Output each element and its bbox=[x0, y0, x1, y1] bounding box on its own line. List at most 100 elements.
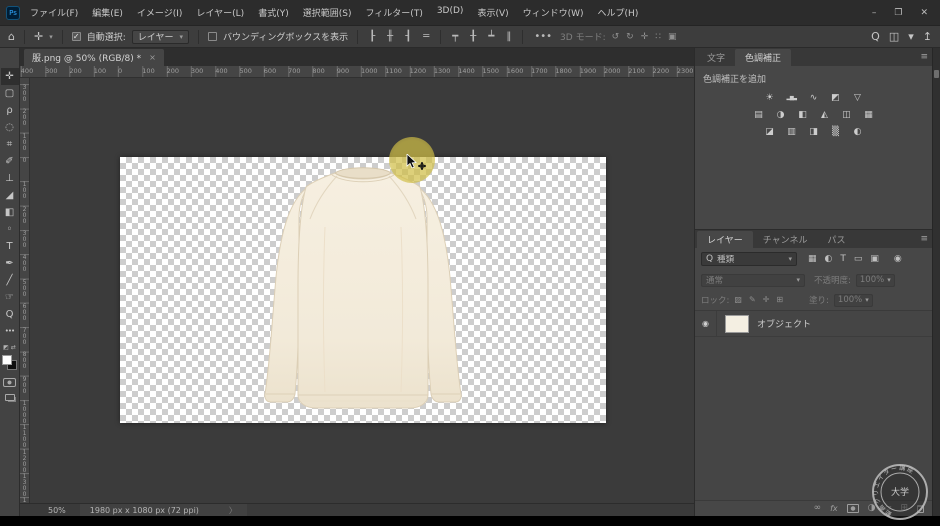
quick-mask-button[interactable] bbox=[3, 378, 16, 387]
search-icon[interactable]: Q bbox=[871, 31, 880, 42]
filter-smart-object-icon[interactable]: ▣ bbox=[870, 254, 879, 264]
invert-icon[interactable]: ◪ bbox=[761, 125, 778, 139]
menu-help[interactable]: ヘルプ(H) bbox=[598, 6, 639, 19]
selective-color-icon[interactable]: ◐ bbox=[849, 125, 866, 139]
channel-mixer-icon[interactable]: ◫ bbox=[838, 108, 855, 122]
gradient-tool[interactable]: ◧ bbox=[1, 204, 19, 221]
align-center-h-icon[interactable]: ╫ bbox=[385, 31, 395, 42]
foreground-color-swatch[interactable] bbox=[1, 355, 12, 365]
filter-adjustment-icon[interactable]: ◐ bbox=[825, 254, 833, 264]
share-icon[interactable]: ↥ bbox=[923, 31, 932, 42]
add-mask-icon[interactable] bbox=[846, 504, 859, 513]
camera-3d-icon[interactable]: ▣ bbox=[668, 32, 677, 42]
tab-character[interactable]: 文字 bbox=[697, 49, 735, 66]
filter-pixel-icon[interactable]: ▦ bbox=[808, 254, 817, 264]
exposure-icon[interactable]: ◩ bbox=[827, 91, 844, 105]
more-options-button[interactable]: ••• bbox=[532, 31, 554, 42]
move-tool[interactable]: ✛ bbox=[0, 68, 19, 85]
screen-mode-button[interactable] bbox=[4, 394, 15, 401]
zoom-tool[interactable]: Q bbox=[1, 306, 19, 323]
blend-mode-dropdown[interactable]: 通常 ▾ bbox=[701, 273, 805, 287]
align-bottom-icon[interactable]: ┷ bbox=[486, 31, 496, 42]
menu-window[interactable]: ウィンドウ(W) bbox=[523, 6, 584, 19]
align-center-v-icon[interactable]: ╂ bbox=[468, 31, 478, 42]
crop-tool[interactable]: ⌗ bbox=[1, 136, 19, 153]
distribute-icon[interactable]: ‖ bbox=[504, 31, 513, 42]
marquee-tool[interactable]: ▢ bbox=[1, 85, 19, 102]
gradient-map-icon[interactable]: ▒ bbox=[827, 125, 844, 139]
menu-file[interactable]: ファイル(F) bbox=[30, 6, 78, 19]
bounding-box-checkbox[interactable] bbox=[208, 32, 218, 41]
home-icon[interactable]: ⌂ bbox=[8, 31, 15, 42]
more-tools[interactable]: ••• bbox=[1, 323, 19, 340]
tool-preset-caret-icon[interactable]: ▾ bbox=[49, 33, 53, 41]
filter-pin-icon[interactable]: ◉ bbox=[894, 254, 902, 264]
link-layers-icon[interactable]: ∞ bbox=[814, 504, 822, 513]
workspace-caret-icon[interactable]: ▾ bbox=[908, 31, 914, 42]
color-swatches[interactable] bbox=[1, 355, 18, 372]
color-balance-icon[interactable]: ◑ bbox=[772, 108, 789, 122]
line-tool[interactable]: ╱ bbox=[1, 272, 19, 289]
tab-close-icon[interactable]: × bbox=[149, 53, 156, 62]
color-lookup-icon[interactable]: ▦ bbox=[860, 108, 877, 122]
posterize-icon[interactable]: ▥ bbox=[783, 125, 800, 139]
layer-thumbnail[interactable] bbox=[725, 314, 749, 333]
menu-3d[interactable]: 3D(D) bbox=[437, 6, 464, 19]
default-colors-icon[interactable]: ◩ bbox=[3, 344, 9, 351]
tab-channels[interactable]: チャンネル bbox=[753, 231, 818, 248]
document-tab[interactable]: 服.png @ 50% (RGB/8) * × bbox=[24, 49, 164, 66]
menu-select[interactable]: 選択範囲(S) bbox=[303, 6, 352, 19]
close-button[interactable]: ✕ bbox=[920, 8, 928, 18]
black-white-icon[interactable]: ◧ bbox=[794, 108, 811, 122]
hand-tool[interactable]: ☞ bbox=[1, 289, 19, 306]
brightness-contrast-icon[interactable]: ☀ bbox=[761, 91, 778, 105]
expand-panel-icon[interactable] bbox=[934, 70, 939, 78]
lasso-tool[interactable]: ρ bbox=[1, 102, 19, 119]
zoom-level[interactable]: 50% bbox=[48, 506, 66, 515]
align-left-icon[interactable]: ┠ bbox=[367, 31, 377, 42]
opacity-field[interactable]: 100% ▾ bbox=[855, 273, 895, 287]
lock-transparency-icon[interactable]: ▨ bbox=[734, 296, 742, 304]
menu-image[interactable]: イメージ(I) bbox=[137, 6, 183, 19]
filter-shape-icon[interactable]: ▭ bbox=[854, 254, 863, 264]
filter-type-icon[interactable]: T bbox=[840, 254, 846, 264]
menu-type[interactable]: 書式(Y) bbox=[258, 6, 289, 19]
orbit-3d-icon[interactable]: ↺ bbox=[612, 32, 620, 42]
layer-name[interactable]: オブジェクト bbox=[757, 317, 811, 330]
align-top-icon[interactable]: ┯ bbox=[450, 31, 460, 42]
menu-filter[interactable]: フィルター(T) bbox=[365, 6, 422, 19]
hue-saturation-icon[interactable]: ▤ bbox=[750, 108, 767, 122]
tab-adjustments[interactable]: 色調補正 bbox=[735, 49, 792, 66]
clone-stamp-tool[interactable]: ⊥ bbox=[1, 170, 19, 187]
tab-layers[interactable]: レイヤー bbox=[697, 231, 753, 248]
align-right-icon[interactable]: ┨ bbox=[403, 31, 413, 42]
layer-style-icon[interactable]: fx bbox=[830, 504, 838, 513]
workspace-icon[interactable]: ◫ bbox=[889, 31, 899, 42]
menu-layer[interactable]: レイヤー(L) bbox=[196, 6, 244, 19]
status-chevron-icon[interactable]: 〉 bbox=[229, 505, 237, 516]
collapsed-dock-strip[interactable] bbox=[932, 48, 940, 516]
pan-3d-icon[interactable]: ✛ bbox=[641, 32, 649, 42]
vibrance-icon[interactable]: ▽ bbox=[849, 91, 866, 105]
smudge-tool[interactable]: ◦ bbox=[1, 221, 19, 238]
vertical-ruler[interactable]: 300 200 100 0 100 200 300 400 500 600 700 800 900 100… bbox=[20, 78, 30, 503]
photo-filter-icon[interactable]: ◭ bbox=[816, 108, 833, 122]
eyedropper-tool[interactable]: ✐ bbox=[1, 153, 19, 170]
menu-edit[interactable]: 編集(E) bbox=[92, 6, 123, 19]
menu-view[interactable]: 表示(V) bbox=[477, 6, 508, 19]
type-tool[interactable]: T bbox=[1, 238, 19, 255]
layer-row[interactable]: ◉ オブジェクト bbox=[695, 311, 932, 337]
curves-icon[interactable]: ∿ bbox=[805, 91, 822, 105]
levels-icon[interactable]: ▂▆▃ bbox=[783, 91, 800, 105]
object-selection-tool[interactable]: ◌ bbox=[1, 119, 19, 136]
auto-select-target-dropdown[interactable]: レイヤー ▾ bbox=[131, 29, 190, 44]
layers-panel-menu-icon[interactable]: ≡ bbox=[920, 234, 928, 244]
fill-field[interactable]: 100% ▾ bbox=[833, 293, 873, 307]
eraser-tool[interactable]: ◢ bbox=[1, 187, 19, 204]
auto-select-checkbox[interactable]: ✓ bbox=[71, 32, 81, 41]
swap-colors-icon[interactable]: ⇄ bbox=[11, 344, 16, 351]
layer-visibility-eye-icon[interactable]: ◉ bbox=[695, 311, 717, 336]
horizontal-ruler[interactable]: 400 300 200 100 0 100 200 300 400 500 600 700 800 900… bbox=[20, 66, 694, 78]
document-size-field[interactable]: 1980 px x 1080 px (72 ppi) 〉 bbox=[79, 504, 247, 516]
slide-3d-icon[interactable]: ∷ bbox=[655, 32, 661, 42]
